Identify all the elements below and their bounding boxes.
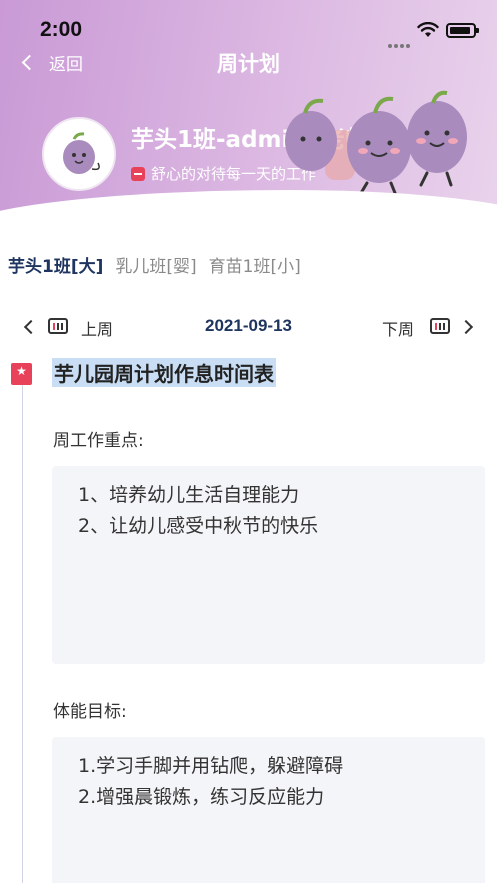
- page-title: 周计划: [217, 52, 280, 76]
- signal-dots-icon: [388, 33, 412, 48]
- avatar[interactable]: [42, 117, 116, 191]
- work-focus-box: 1、培养幼儿生活自理能力 2、让幼儿感受中秋节的快乐: [52, 466, 485, 664]
- timeline-line: [22, 378, 23, 883]
- status-time: 2:00: [40, 18, 83, 41]
- plan-title: 芋儿园周计划作息时间表: [52, 358, 276, 387]
- class-tabs: 芋头1班[大] 乳儿班[婴] 育苗1班[小]: [8, 252, 313, 277]
- nav-bar: 返回 周计划: [0, 40, 497, 84]
- header-wave: [0, 190, 497, 228]
- section-label-fitness-goal: 体能目标:: [53, 702, 127, 722]
- battery-icon: [446, 23, 479, 38]
- app-page: 2:00 返回 周计划 芋头1班-admin1老师 舒心的对待每一天的工作 芋头…: [0, 0, 497, 883]
- work-focus-line: 1、培养幼儿生活自理能力: [78, 484, 300, 506]
- next-week-icon[interactable]: [430, 318, 450, 334]
- week-date: 2021-09-13: [205, 316, 292, 335]
- motto-icon: [131, 166, 145, 181]
- fitness-goal-line: 2.增强晨锻炼，练习反应能力: [78, 786, 325, 808]
- class-tab-taro-1[interactable]: 芋头1班[大]: [8, 252, 103, 277]
- class-tab-infant[interactable]: 乳儿班[婴]: [115, 252, 196, 277]
- next-week-button[interactable]: 下周: [382, 316, 414, 340]
- profile-header: 2:00 返回 周计划 芋头1班-admin1老师 舒心的对待每一天的工作: [0, 0, 497, 228]
- bookmark-icon: [11, 363, 32, 385]
- fitness-goal-line: 1.学习手脚并用钻爬，躲避障碍: [78, 755, 344, 777]
- section-label-work-focus: 周工作重点:: [53, 431, 144, 451]
- taro-avatar-icon: [63, 132, 100, 174]
- wifi-icon: [417, 22, 439, 37]
- week-navigator: 上周 2021-09-13 下周: [0, 316, 497, 340]
- taro-mascots-icon: [285, 90, 467, 195]
- fitness-goal-box: 1.学习手脚并用钻爬，躲避障碍 2.增强晨锻炼，练习反应能力: [52, 737, 485, 883]
- class-tab-seedling-1[interactable]: 育苗1班[小]: [209, 252, 301, 277]
- work-focus-line: 2、让幼儿感受中秋节的快乐: [78, 515, 319, 537]
